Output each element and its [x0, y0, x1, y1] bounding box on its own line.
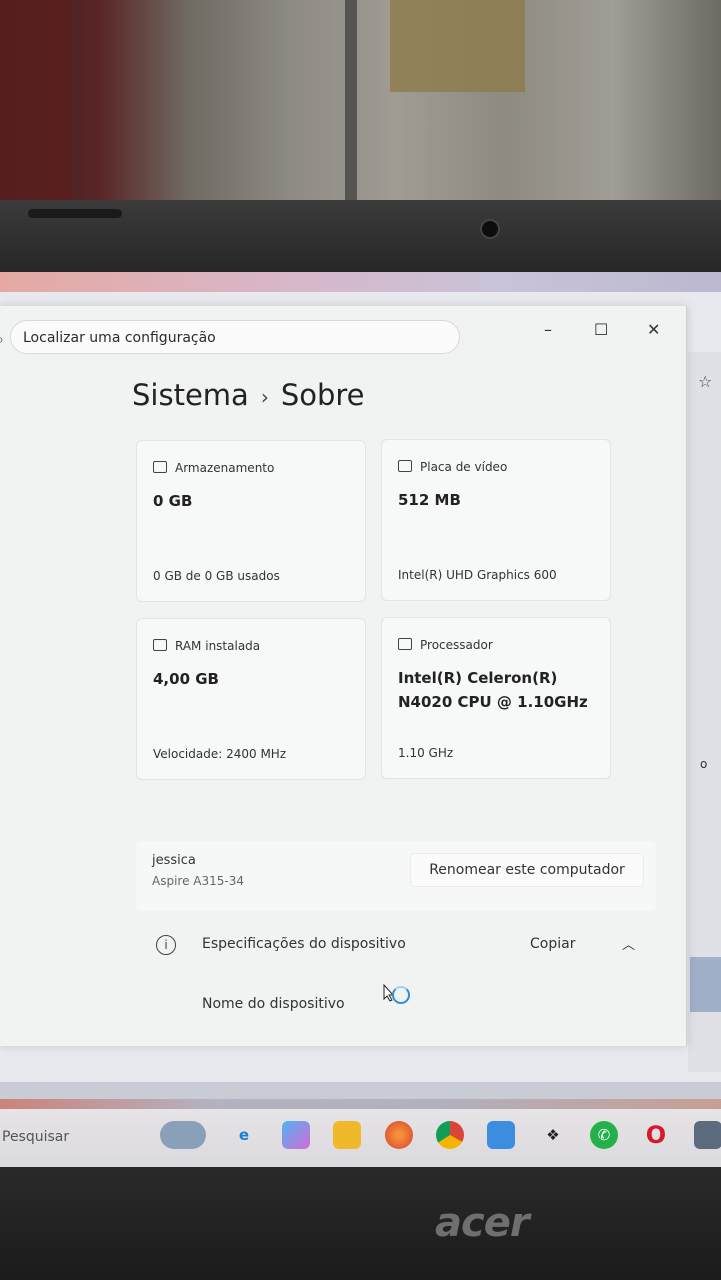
- opera-icon[interactable]: O: [642, 1121, 670, 1149]
- storage-card-title: Armazenamento: [175, 461, 275, 475]
- bezel-slot: [28, 209, 122, 218]
- chrome-icon[interactable]: [436, 1121, 464, 1149]
- breadcrumb: Sistema › Sobre: [132, 378, 365, 412]
- cpu-card-title: Processador: [420, 638, 493, 652]
- laptop-bottom-bezel: [0, 1167, 721, 1280]
- gpu-icon: [398, 460, 412, 472]
- firefox-icon[interactable]: [385, 1121, 413, 1149]
- cpu-value: Intel(R) Celeron(R) N4020 CPU @ 1.10GHz: [398, 669, 588, 711]
- copilot-icon[interactable]: [282, 1121, 310, 1149]
- cpu-detail: 1.10 GHz: [398, 746, 454, 760]
- chevron-right-icon: ›: [260, 385, 269, 409]
- ram-value: 4,00 GB: [153, 670, 219, 688]
- calculator-icon[interactable]: [694, 1121, 721, 1149]
- taskbar: Pesquisar e ❖ ✆ O: [0, 1099, 721, 1167]
- taskbar-search[interactable]: Pesquisar: [2, 1129, 69, 1145]
- info-icon: i: [156, 935, 176, 955]
- background-pole: [345, 0, 357, 210]
- taskbar-top-edge: [0, 1099, 721, 1109]
- background-shelf: [390, 0, 525, 92]
- rename-computer-button[interactable]: Renomear este computador: [410, 853, 644, 887]
- storage-card-header: Armazenamento: [153, 461, 274, 475]
- gpu-card-title: Placa de vídeo: [420, 460, 508, 474]
- acer-logo: acer: [435, 1200, 530, 1246]
- whatsapp-icon[interactable]: ✆: [590, 1121, 618, 1149]
- storage-icon: [153, 461, 167, 473]
- close-button[interactable]: ✕: [647, 320, 660, 339]
- maximize-button[interactable]: ☐: [594, 320, 608, 339]
- gpu-card-header: Placa de vídeo: [398, 460, 507, 474]
- device-specs-header[interactable]: i Especificações do dispositivo Copiar ︿: [136, 931, 656, 971]
- ram-icon: [153, 639, 167, 651]
- storage-card[interactable]: Armazenamento 0 GB 0 GB de 0 GB usados: [136, 440, 366, 602]
- settings-search-input[interactable]: Localizar uma configuração: [10, 320, 460, 354]
- ram-card-header: RAM instalada: [153, 639, 260, 653]
- copy-button[interactable]: Copiar: [530, 936, 575, 952]
- weather-icon[interactable]: [160, 1121, 206, 1149]
- webcam-icon: [480, 219, 500, 239]
- file-explorer-icon[interactable]: [333, 1121, 361, 1149]
- background-window-letter: o: [700, 757, 708, 771]
- laptop-screen: com ☆ o ⌕ Localizar uma configuração – ☐…: [0, 272, 721, 1167]
- storage-value: 0 GB: [153, 492, 193, 510]
- store-icon[interactable]: [487, 1121, 515, 1149]
- ram-detail: Velocidade: 2400 MHz: [153, 747, 287, 761]
- ram-card[interactable]: RAM instalada 4,00 GB Velocidade: 2400 M…: [136, 618, 366, 780]
- page-title: Sobre: [280, 378, 365, 412]
- loading-spinner-icon: [392, 986, 410, 1004]
- gpu-detail: Intel(R) UHD Graphics 600: [398, 568, 557, 582]
- gpu-value: 512 MB: [398, 491, 461, 509]
- device-name-field-label: Nome do dispositivo: [202, 996, 345, 1012]
- device-name-row: jessica Aspire A315-34 Renomear este com…: [136, 841, 656, 911]
- device-name: jessica: [152, 853, 196, 868]
- edge-icon[interactable]: e: [230, 1121, 258, 1149]
- dropbox-icon[interactable]: ❖: [539, 1121, 567, 1149]
- device-specs-label: Especificações do dispositivo: [202, 936, 406, 952]
- minimize-button[interactable]: –: [544, 320, 552, 339]
- search-icon: ⌕: [0, 332, 4, 348]
- background-window-accent: [690, 957, 721, 1012]
- storage-detail: 0 GB de 0 GB usados: [153, 569, 280, 583]
- breadcrumb-parent[interactable]: Sistema: [132, 378, 249, 412]
- gpu-card[interactable]: Placa de vídeo 512 MB Intel(R) UHD Graph…: [381, 439, 611, 601]
- chevron-up-icon[interactable]: ︿: [622, 934, 635, 953]
- favorites-icon[interactable]: ☆: [698, 372, 712, 391]
- background-photo: [0, 0, 721, 215]
- cpu-icon: [398, 638, 412, 650]
- cpu-card-header: Processador: [398, 638, 493, 652]
- cpu-card[interactable]: Processador Intel(R) Celeron(R) N4020 CP…: [381, 617, 611, 779]
- settings-window: ⌕ Localizar uma configuração – ☐ ✕ Siste…: [0, 306, 687, 1046]
- device-model: Aspire A315-34: [152, 874, 244, 888]
- ram-card-title: RAM instalada: [175, 639, 261, 653]
- background-cloth: [0, 0, 70, 210]
